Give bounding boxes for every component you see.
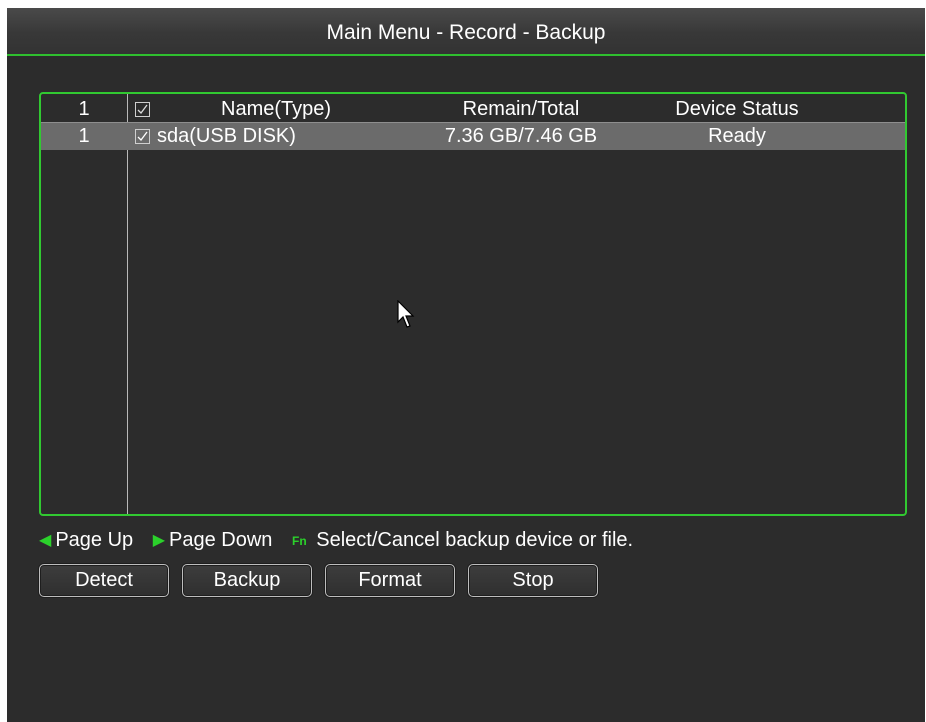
device-table: 1 Name(Type) Remain/Total Device Status …	[39, 92, 907, 516]
mouse-cursor-icon	[397, 300, 415, 328]
fn-hint-label: Select/Cancel backup device or file.	[316, 529, 634, 551]
backup-button[interactable]: Backup	[182, 564, 312, 597]
checkmark-icon	[137, 104, 148, 114]
stop-button[interactable]: Stop	[468, 564, 598, 597]
page-down-icon: ▶	[152, 531, 166, 549]
header-device-status: Device Status	[675, 98, 799, 120]
detect-button[interactable]: Detect	[39, 564, 169, 597]
header-remain-total: Remain/Total	[462, 98, 580, 120]
backup-window: Main Menu - Record - Backup 1 Name(Type)…	[7, 8, 925, 722]
shortcut-hint-bar: ◀​ Page Up ▶ Page Down Fn Select/Cancel ba…	[39, 526, 633, 554]
checkmark-icon	[137, 131, 148, 141]
column-divider	[127, 94, 128, 514]
device-name: sda(USB DISK)	[157, 125, 296, 147]
page-down-label: Page Down	[169, 529, 273, 551]
page-up-icon: ◀​	[39, 531, 52, 549]
window-title: Main Menu - Record - Backup	[7, 8, 925, 56]
select-all-checkbox[interactable]	[135, 96, 155, 123]
header-number: 1	[78, 98, 90, 120]
format-button[interactable]: Format	[325, 564, 455, 597]
table-header-row: 1 Name(Type) Remain/Total Device Status	[41, 96, 905, 123]
device-status: Ready	[708, 125, 766, 147]
fn-key-icon: Fn	[292, 533, 307, 548]
row-number: 1	[78, 125, 90, 147]
device-remain-total: 7.36 GB/7.46 GB	[444, 125, 598, 147]
page-up-label: Page Up	[55, 529, 134, 551]
table-row[interactable]: 1 sda(USB DISK) 7.36 GB/7.46 GB Ready	[41, 123, 905, 150]
row-checkbox[interactable]	[135, 123, 155, 150]
